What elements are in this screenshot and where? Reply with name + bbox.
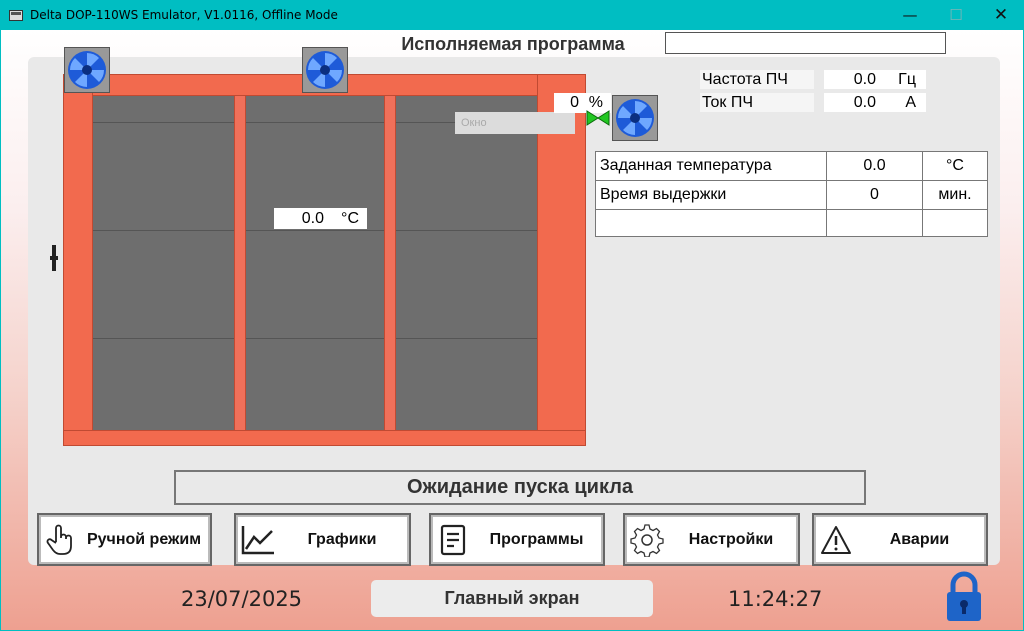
graphs-label: Графики [307,530,377,548]
oven-chamber [93,96,537,430]
program-title: Исполняемая программа [401,34,625,54]
gear-icon [630,523,664,557]
lock-icon[interactable] [945,571,983,623]
app-icon [9,9,23,21]
door-handle [50,245,58,271]
empty-cell [595,209,827,237]
fan-icon [64,47,110,93]
table-row [595,209,988,237]
setpoint-temperature-label: Заданная температура [595,151,827,181]
current-label: Ток ПЧ [700,93,814,112]
chamber-temperature-unit: °C [341,209,359,227]
frequency-display: 0.0 Гц [824,70,926,89]
cycle-status: Ожидание пуска цикла [174,470,866,505]
settings-label: Настройки [688,530,774,548]
manual-mode-label: Ручной режим [86,530,202,548]
chamber-temperature-display: 0.0 °C [274,208,367,229]
program-name-field[interactable] [665,32,946,54]
table-row: Время выдержки 0 мин. [595,180,988,210]
screen-name: Главный экран [371,580,653,617]
hold-time-label: Время выдержки [595,180,827,210]
minimize-button[interactable]: — [887,0,933,30]
programs-button[interactable]: Программы [429,513,605,566]
graphs-button[interactable]: Графики [234,513,411,566]
ghost-window-label: Окно [455,112,575,134]
maximize-button[interactable]: ☐ [933,0,979,30]
programs-label: Программы [489,530,584,548]
alarms-label: Аварии [889,530,950,548]
manual-mode-button[interactable]: Ручной режим [37,513,212,566]
current-unit: А [905,94,916,111]
alarms-button[interactable]: Аварии [812,513,988,566]
frequency-row: Частота ПЧ 0.0 Гц [700,70,926,89]
chamber-temperature-value: 0.0 [301,209,324,227]
valve-percent-value: 0 [570,94,579,111]
warning-icon [819,523,853,557]
table-row: Заданная температура 0.0 °C [595,151,988,181]
current-value: 0.0 [853,94,876,111]
setpoint-temperature-value[interactable]: 0.0 [826,151,923,181]
setpoint-temperature-unit: °C [922,151,988,181]
frequency-value: 0.0 [853,71,876,88]
current-date: 23/07/2025 [181,587,303,611]
window-titlebar: Delta DOP-110WS Emulator, V1.0116, Offli… [0,0,1024,30]
chart-icon [241,523,275,557]
current-display: 0.0 А [824,93,926,112]
close-button[interactable]: ✕ [978,0,1024,30]
empty-cell [922,209,988,237]
document-icon [436,523,470,557]
parameters-table: Заданная температура 0.0 °C Время выдерж… [595,151,988,237]
fan-icon [302,47,348,93]
empty-cell [826,209,923,237]
hold-time-value[interactable]: 0 [826,180,923,210]
frequency-unit: Гц [898,71,916,88]
settings-button[interactable]: Настройки [623,513,800,566]
current-row: Ток ПЧ 0.0 А [700,93,926,112]
current-time: 11:24:27 [728,587,823,611]
hand-icon [44,523,78,557]
window-title: Delta DOP-110WS Emulator, V1.0116, Offli… [30,8,338,22]
fan-icon [612,95,658,141]
frequency-label: Частота ПЧ [700,70,814,89]
hold-time-unit: мин. [922,180,988,210]
valve-icon [586,110,610,126]
